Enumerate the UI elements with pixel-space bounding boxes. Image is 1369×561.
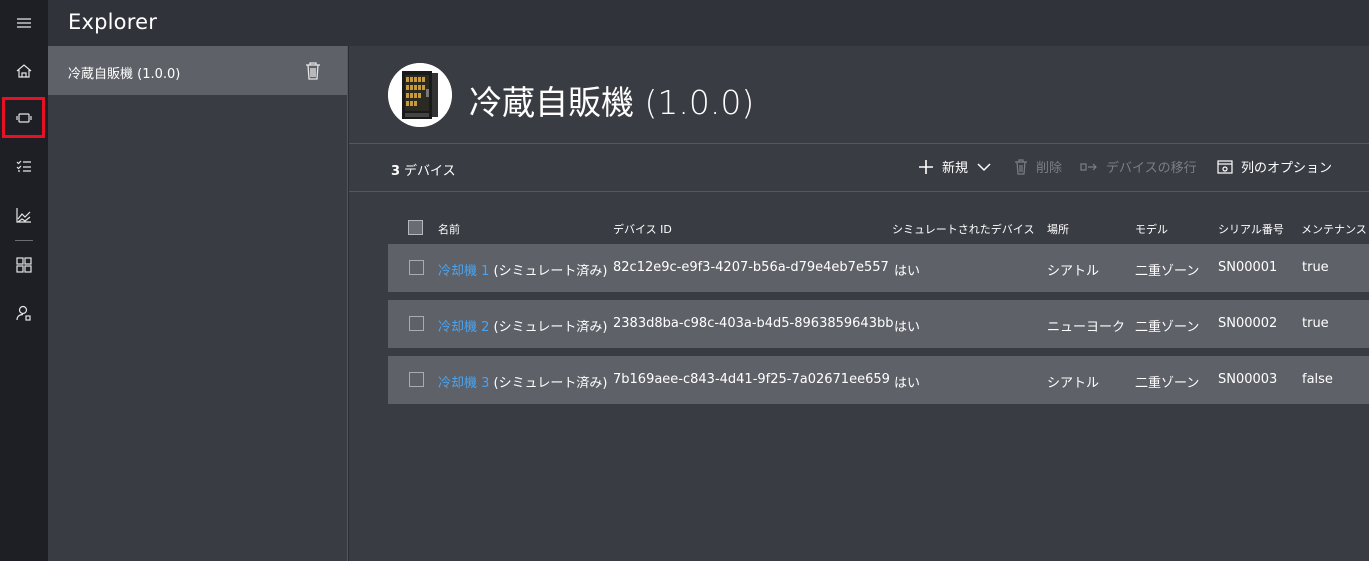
location-cell: シアトル — [1047, 376, 1100, 391]
column-header-device-id[interactable]: デバイス ID — [613, 221, 672, 237]
location-cell: シアトル — [1047, 264, 1100, 279]
template-list-item-label: 冷蔵自販機 (1.0.0) — [68, 67, 181, 82]
menu-icon — [17, 18, 31, 28]
vending-machine-icon — [388, 63, 452, 127]
device-name-link[interactable]: 冷却機 2 — [438, 320, 489, 335]
template-list-item[interactable]: 冷蔵自販機 (1.0.0) — [48, 46, 347, 95]
device-id-cell: 82c12e9c-e9f3-4207-b56a-d79e4eb7e557 — [613, 260, 889, 275]
template-image — [388, 63, 452, 127]
maintenance-cell: true — [1302, 260, 1329, 275]
analytics-chart-icon — [16, 208, 31, 223]
administration-button[interactable] — [0, 290, 48, 336]
device-toolbar: 3 デバイス 新規 削除 デバイスの移行 列のオプション — [349, 144, 1369, 191]
delete-device-button[interactable]: 削除 — [1014, 157, 1062, 176]
table-row[interactable]: 冷却機 1 (シミュレート済み) 82c12e9c-e9f3-4207-b56a… — [388, 244, 1369, 292]
device-template-title: 冷蔵自販機 (1.0.0) — [469, 83, 755, 122]
new-device-button[interactable]: 新規 — [918, 157, 992, 176]
simulated-suffix: (シミュレート済み) — [493, 264, 608, 279]
device-id-cell: 2383d8ba-c98c-403a-b4d5-8963859643bb — [613, 316, 894, 331]
app-window: Explorer 冷蔵自販機 (1.0.0) 冷蔵自販機 (1.0.0) 3 デ… — [0, 0, 1369, 561]
rules-button[interactable] — [0, 143, 48, 189]
model-cell: 二重ゾーン — [1135, 376, 1200, 391]
main-content: 冷蔵自販機 (1.0.0) 3 デバイス 新規 削除 デバイスの移行 列のオプショ… — [349, 46, 1369, 561]
serial-cell: SN00001 — [1218, 260, 1278, 275]
migrate-device-label: デバイスの移行 — [1106, 161, 1197, 176]
column-header-model[interactable]: モデル — [1135, 221, 1168, 237]
simulated-cell: はい — [894, 320, 921, 335]
chevron-down-icon — [977, 162, 991, 171]
migrate-icon — [1080, 162, 1097, 171]
maintenance-cell: false — [1302, 372, 1333, 387]
page-header-title: Explorer — [68, 10, 158, 34]
menu-button[interactable] — [0, 0, 48, 46]
column-header-name[interactable]: 名前 — [438, 221, 460, 237]
row-checkbox[interactable] — [409, 372, 424, 387]
select-all-checkbox[interactable] — [408, 220, 423, 235]
serial-cell: SN00003 — [1218, 372, 1278, 387]
new-device-label: 新規 — [942, 161, 969, 176]
column-header-simulated[interactable]: シミュレートされたデバイス — [892, 221, 1034, 237]
rail-divider — [15, 240, 33, 241]
migrate-device-button[interactable]: デバイスの移行 — [1080, 157, 1197, 176]
device-id-cell: 7b169aee-c843-4d41-9f25-7a02671ee659 — [613, 372, 890, 387]
plus-icon — [919, 159, 933, 174]
column-header-serial[interactable]: シリアル番号 — [1218, 221, 1284, 237]
device-template-list: 冷蔵自販機 (1.0.0) — [48, 46, 348, 561]
column-options-icon — [1217, 159, 1233, 174]
row-checkbox[interactable] — [409, 316, 424, 331]
device-icon — [15, 112, 32, 123]
device-name-cell: 冷却機 1 (シミュレート済み) — [438, 260, 607, 279]
delete-device-label: 削除 — [1036, 161, 1063, 176]
simulated-suffix: (シミュレート済み) — [493, 376, 608, 391]
location-cell: ニューヨーク — [1047, 320, 1126, 335]
simulated-cell: はい — [894, 264, 921, 279]
simulated-cell: はい — [894, 376, 921, 391]
devices-button[interactable] — [2, 97, 45, 138]
column-options-label: 列のオプション — [1241, 161, 1333, 176]
model-cell: 二重ゾーン — [1135, 264, 1200, 279]
delete-template-button[interactable] — [304, 61, 322, 81]
top-header: Explorer — [48, 0, 1369, 46]
serial-cell: SN00002 — [1218, 316, 1278, 331]
table-header: 名前 デバイス ID シミュレートされたデバイス 場所 モデル シリアル番号 メ… — [388, 216, 1369, 244]
home-button[interactable] — [0, 48, 48, 94]
dashboard-grid-icon — [16, 257, 32, 273]
device-name-link[interactable]: 冷却機 3 — [438, 376, 489, 391]
dashboards-button[interactable] — [0, 242, 48, 288]
column-header-maintenance[interactable]: メンテナンス — [1301, 221, 1367, 237]
column-header-location[interactable]: 場所 — [1047, 221, 1069, 237]
model-cell: 二重ゾーン — [1135, 320, 1200, 335]
trash-icon — [1015, 158, 1027, 175]
simulated-suffix: (シミュレート済み) — [493, 320, 608, 335]
device-name-cell: 冷却機 2 (シミュレート済み) — [438, 316, 607, 335]
left-nav-rail — [0, 0, 48, 561]
device-count: 3 デバイス — [391, 160, 456, 179]
device-count-number: 3 — [391, 164, 401, 179]
table-row[interactable]: 冷却機 3 (シミュレート済み) 7b169aee-c843-4d41-9f25… — [388, 356, 1369, 404]
table-row[interactable]: 冷却機 2 (シミュレート済み) 2383d8ba-c98c-403a-b4d5… — [388, 300, 1369, 348]
toolbar-divider — [349, 191, 1369, 192]
rules-list-icon — [16, 160, 31, 172]
column-options-button[interactable]: 列のオプション — [1217, 157, 1332, 176]
row-checkbox[interactable] — [409, 260, 424, 275]
device-name-cell: 冷却機 3 (シミュレート済み) — [438, 372, 607, 391]
device-count-label: デバイス — [404, 164, 456, 179]
home-icon — [16, 64, 32, 78]
analytics-button[interactable] — [0, 192, 48, 238]
maintenance-cell: true — [1302, 316, 1329, 331]
device-name-link[interactable]: 冷却機 1 — [438, 264, 489, 279]
user-admin-icon — [16, 305, 31, 321]
trash-icon — [306, 62, 320, 80]
